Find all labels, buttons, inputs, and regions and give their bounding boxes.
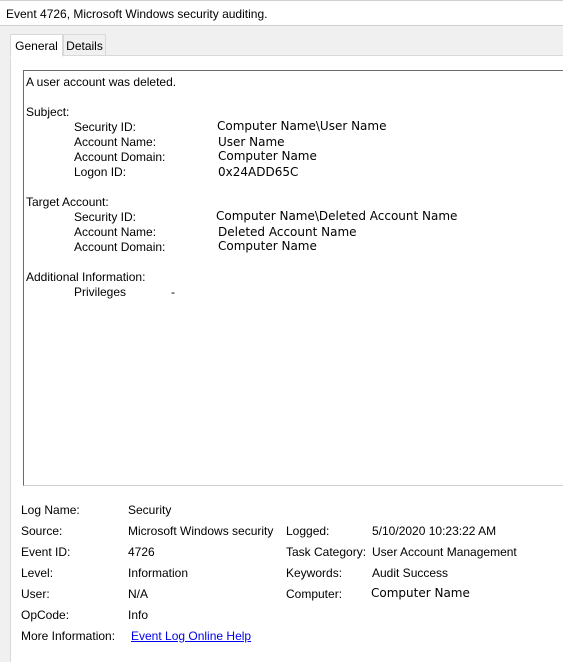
description-headline: A user account was deleted. [26,75,177,89]
privileges-label: Privileges [74,285,127,299]
user-value: N/A [128,587,149,601]
subject-account-name-label: Account Name: [74,135,157,149]
subject-security-id-value: Computer Name\User Name [217,119,387,133]
privileges-value: - [171,285,175,299]
target-account-domain-label: Account Domain: [74,240,166,254]
target-account-name-label: Account Name: [74,225,157,239]
opcode-label: OpCode: [21,608,70,622]
more-info-label: More Information: [21,629,116,643]
source-value: Microsoft Windows security [128,524,274,538]
computer-label: Computer: [286,587,343,601]
subject-security-id-label: Security ID: [74,120,137,134]
subject-heading: Subject: [26,105,70,119]
task-category-value: User Account Management [372,545,517,559]
window-title-bar: Event 4726, Microsoft Windows security a… [0,0,563,26]
user-label: User: [21,587,50,601]
level-label: Level: [21,566,54,580]
task-category-label: Task Category: [286,545,367,559]
subject-account-domain-label: Account Domain: [74,150,166,164]
logged-value: 5/10/2020 10:23:22 AM [372,524,497,538]
subject-account-name-value: User Name [218,135,285,149]
subject-logon-id-value: 0x24ADD65C [218,165,299,179]
event-description-box[interactable]: A user account was deleted. Subject: Sec… [23,70,563,486]
target-security-id-label: Security ID: [74,210,137,224]
keywords-value: Audit Success [372,566,449,580]
additional-info-heading: Additional Information: [26,270,146,284]
event-id-value: 4726 [128,545,155,559]
computer-value: Computer Name [371,586,470,600]
keywords-label: Keywords: [286,566,343,580]
target-heading: Target Account: [26,195,109,209]
opcode-value: Info [128,608,149,622]
log-name-label: Log Name: [21,503,80,517]
window-title: Event 4726, Microsoft Windows security a… [6,7,268,21]
tab-general[interactable]: General [10,34,63,57]
target-security-id-value: Computer Name\Deleted Account Name [216,209,458,223]
tab-details[interactable]: Details [63,34,106,56]
event-id-label: Event ID: [21,545,71,559]
subject-logon-id-label: Logon ID: [74,165,127,179]
subject-account-domain-value: Computer Name [218,149,317,163]
target-account-domain-value: Computer Name [218,239,317,253]
logged-label: Logged: [286,524,330,538]
target-account-name-value: Deleted Account Name [218,225,357,239]
level-value: Information [128,566,189,580]
log-name-value: Security [128,503,172,517]
source-label: Source: [21,524,63,538]
event-log-online-help-link[interactable]: Event Log Online Help [131,629,251,643]
